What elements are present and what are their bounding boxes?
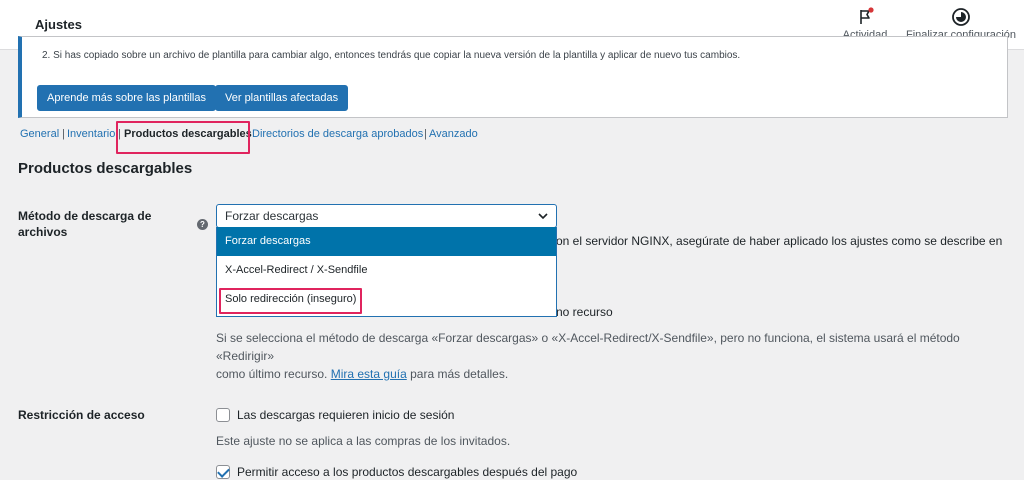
page-title: Ajustes bbox=[35, 17, 82, 32]
download-method-selected: Forzar descargas bbox=[225, 209, 319, 223]
fallback-desc-part3: para más detalles. bbox=[410, 367, 509, 381]
require-login-checkbox[interactable] bbox=[216, 408, 230, 422]
fallback-desc-part2: como último recurso. bbox=[216, 367, 328, 381]
option-highlight-box bbox=[219, 288, 362, 314]
option-x-accel-redirect[interactable]: X-Accel-Redirect / X-Sendfile bbox=[217, 256, 556, 285]
access-restriction-label: Restricción de acceso bbox=[18, 408, 145, 422]
progress-circle-icon bbox=[952, 8, 970, 26]
download-method-label-line2: archivos bbox=[18, 225, 68, 239]
notice-text: 2. Si has copiado sobre un archivo de pl… bbox=[42, 50, 741, 61]
nginx-partial-text: on el servidor NGINX, asegúrate de haber… bbox=[556, 234, 1003, 248]
grant-access-label: Permitir acceso a los productos descarga… bbox=[237, 465, 578, 479]
download-method-label: Método de descarga de archivos bbox=[18, 208, 151, 240]
section-title: Productos descargables bbox=[18, 160, 193, 177]
help-icon[interactable]: ? bbox=[197, 219, 208, 230]
tab-inventory[interactable]: Inventario bbox=[67, 128, 115, 140]
tab-approved-directories[interactable]: Directorios de descarga aprobados bbox=[252, 128, 423, 140]
tab-separator: | bbox=[62, 128, 65, 140]
grant-access-checkbox[interactable] bbox=[216, 465, 230, 479]
guide-link[interactable]: Mira esta guía bbox=[331, 367, 407, 381]
tab-advanced[interactable]: Avanzado bbox=[429, 128, 478, 140]
template-notice: 2. Si has copiado sobre un archivo de pl… bbox=[18, 36, 1008, 118]
fallback-desc-part1: Si se selecciona el método de descarga «… bbox=[216, 331, 960, 363]
option-force-downloads[interactable]: Forzar descargas bbox=[217, 227, 556, 256]
download-method-label-line1: Método de descarga de bbox=[18, 209, 152, 223]
tab-general[interactable]: General bbox=[20, 128, 59, 140]
require-login-label: Las descargas requieren inicio de sesión bbox=[237, 408, 455, 422]
tab-separator: | bbox=[424, 128, 427, 140]
fallback-description: Si se selecciona el método de descarga «… bbox=[216, 329, 996, 383]
fallback-partial-text: no recurso bbox=[556, 305, 613, 319]
guest-note: Este ajuste no se aplica a las compras d… bbox=[216, 434, 511, 448]
learn-templates-button[interactable]: Aprende más sobre las plantillas bbox=[37, 85, 216, 111]
flag-icon bbox=[860, 7, 874, 24]
download-method-select[interactable]: Forzar descargas bbox=[216, 204, 557, 228]
tab-highlight-box bbox=[116, 121, 250, 154]
view-templates-button[interactable]: Ver plantillas afectadas bbox=[215, 85, 349, 111]
